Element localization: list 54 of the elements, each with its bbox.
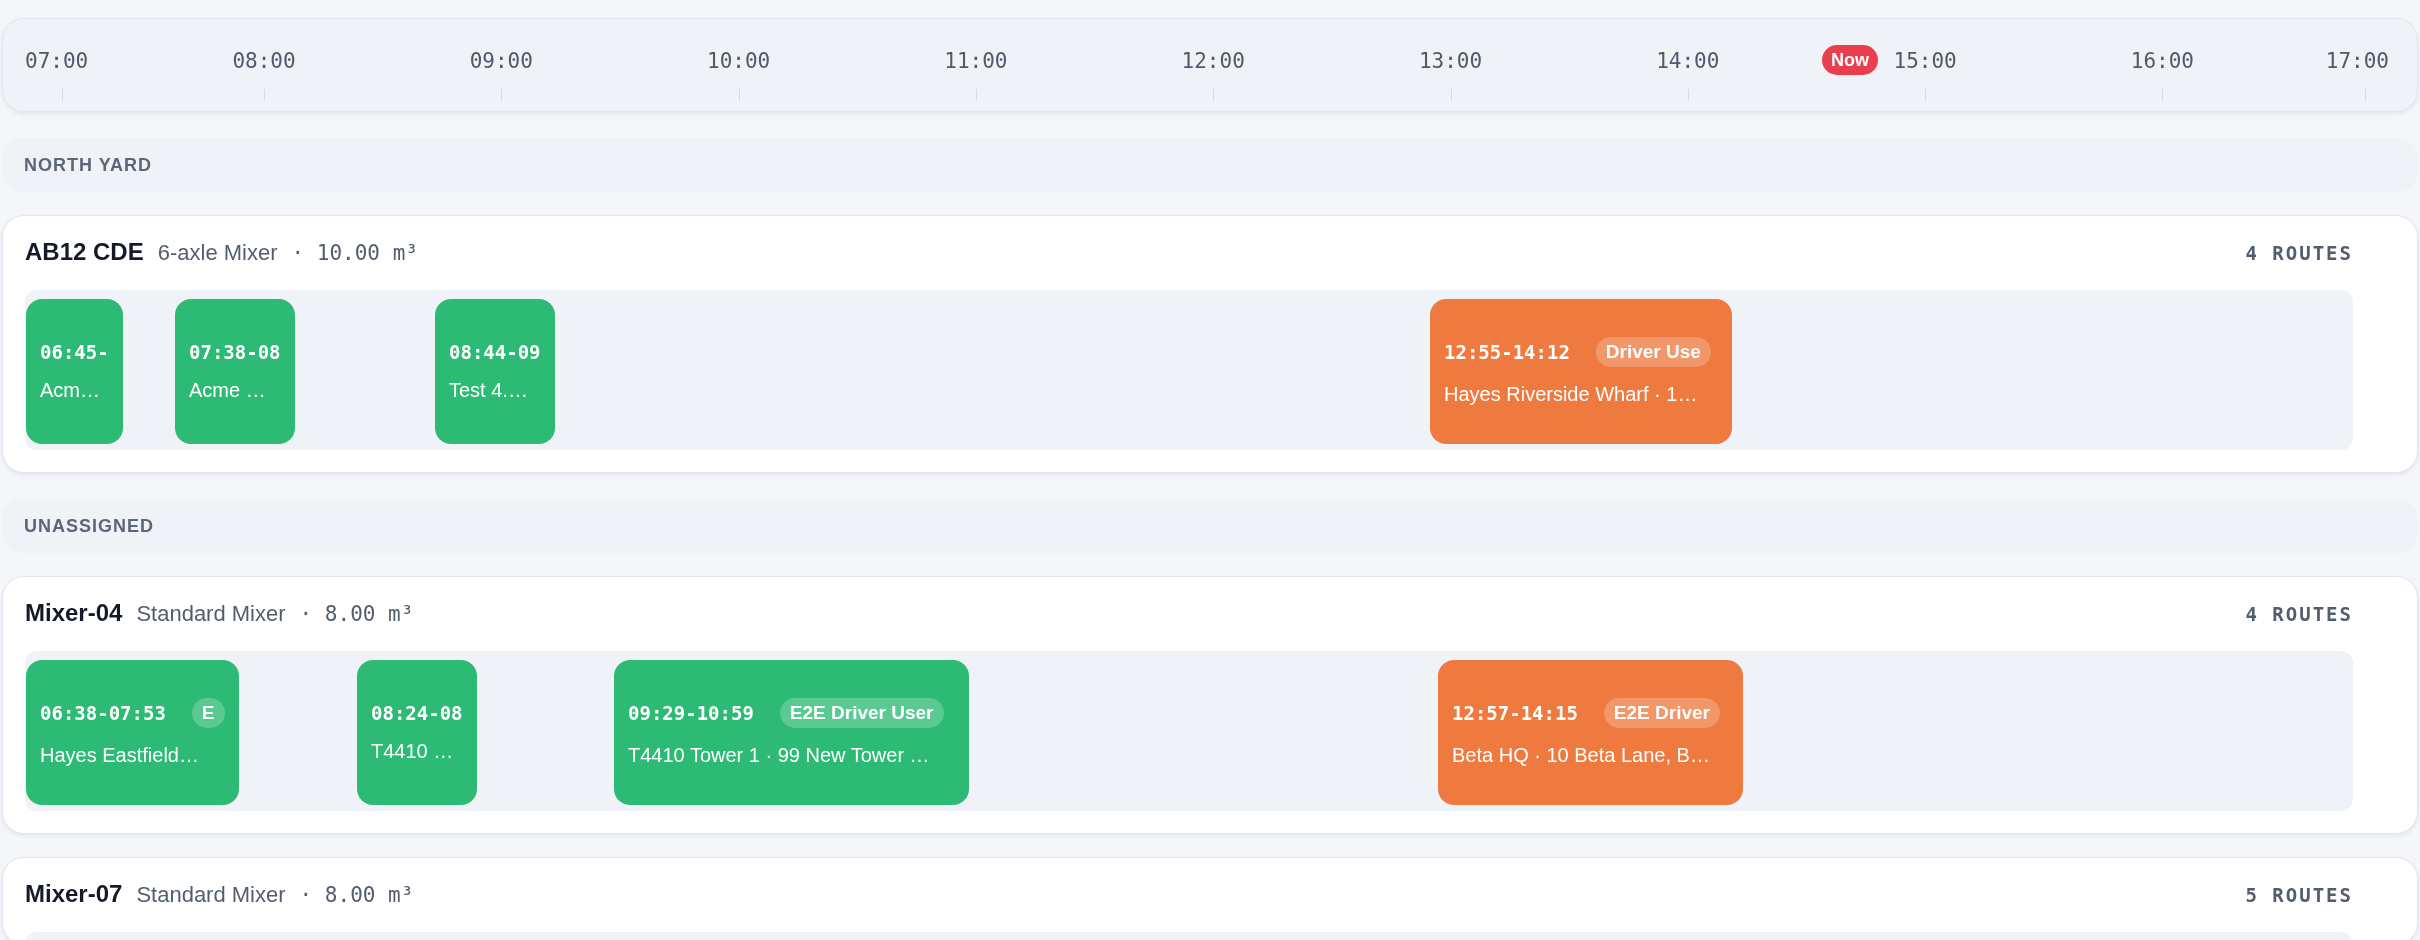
vehicle-name: Mixer-07 <box>25 880 123 908</box>
route-block[interactable]: 06:45- Acm… <box>26 299 123 444</box>
route-block[interactable]: 08:44-09 Test 4.… <box>435 299 555 444</box>
hour-label: 09:00 <box>469 49 533 73</box>
route-block[interactable]: 12:55-14:12 Driver Use Hayes Riverside Wharf · 1… <box>1430 299 1732 444</box>
vehicle-capacity: · 8.00 m³ <box>299 602 414 626</box>
route-block[interactable]: 06:38-07:53 E Hayes Eastfield… <box>26 660 239 805</box>
route-place: Hayes Riverside Wharf · 1… <box>1444 383 1699 406</box>
vehicle-capacity: · 8.00 m³ <box>299 883 414 907</box>
route-block[interactable]: 07:38-08 Acme … <box>175 299 295 444</box>
hour-label: 16:00 <box>2130 49 2194 73</box>
now-marker: Now <box>1822 45 1878 75</box>
route-block[interactable]: 09:29-10:59 E2E Driver User T4410 Tower 1 · 99 New Tower … <box>614 660 969 805</box>
route-time: 12:57-14:15 <box>1452 702 1578 724</box>
route-time: 12:55-14:12 <box>1444 341 1570 363</box>
hour-label: 14:00 <box>1656 49 1720 73</box>
route-block[interactable]: 12:57-14:15 E2E Driver Beta HQ · 10 Beta Lane, B… <box>1438 660 1743 805</box>
section-title: UNASSIGNED <box>24 515 154 537</box>
route-time: 06:45- <box>40 341 109 363</box>
driver-badge: Driver Use <box>1595 337 1711 367</box>
route-place: Acm… <box>40 379 101 402</box>
route-place: Test 4.… <box>449 379 529 402</box>
route-place: Beta HQ · 10 Beta Lane, B… <box>1452 744 1711 767</box>
driver-badge: E <box>191 698 225 728</box>
route-place: Acme … <box>189 379 267 402</box>
route-place: Hayes Eastfield… <box>40 744 200 767</box>
hour-label: 13:00 <box>1418 49 1483 73</box>
hour-label: 17:00 <box>2325 49 2389 73</box>
vehicle-name: AB12 CDE <box>25 238 144 266</box>
hour-label: 15:00 <box>1893 49 1957 73</box>
route-time: 06:38-07:53 <box>40 702 166 724</box>
hour-label: 12:00 <box>1181 49 1245 73</box>
route-time: 08:44-09 <box>449 341 541 363</box>
vehicle-type: 6-axle Mixer <box>157 240 278 266</box>
hour-label: 11:00 <box>944 49 1008 73</box>
vehicle-name: Mixer-04 <box>25 599 123 627</box>
hour-label: 07:00 <box>25 49 89 73</box>
route-place: T4410 … <box>371 740 455 763</box>
vehicle-type: Standard Mixer <box>136 601 286 627</box>
route-time: 07:38-08 <box>189 341 281 363</box>
vehicle-capacity: · 10.00 m³ <box>291 241 418 265</box>
route-count: 4 ROUTES <box>2245 242 2353 264</box>
route-count: 4 ROUTES <box>2245 603 2353 625</box>
driver-badge: E2E Driver User <box>779 698 944 728</box>
hour-label: 10:00 <box>707 49 771 73</box>
route-time: 09:29-10:59 <box>628 702 754 724</box>
route-count: 5 ROUTES <box>2245 884 2353 906</box>
hour-label: 08:00 <box>232 49 296 73</box>
route-block[interactable]: 08:24-08 T4410 … <box>357 660 477 805</box>
driver-badge: E2E Driver <box>1603 698 1720 728</box>
route-time: 08:24-08 <box>371 702 463 724</box>
vehicle-type: Standard Mixer <box>136 882 286 908</box>
route-place: T4410 Tower 1 · 99 New Tower … <box>628 744 931 767</box>
section-title: NORTH YARD <box>24 154 153 176</box>
